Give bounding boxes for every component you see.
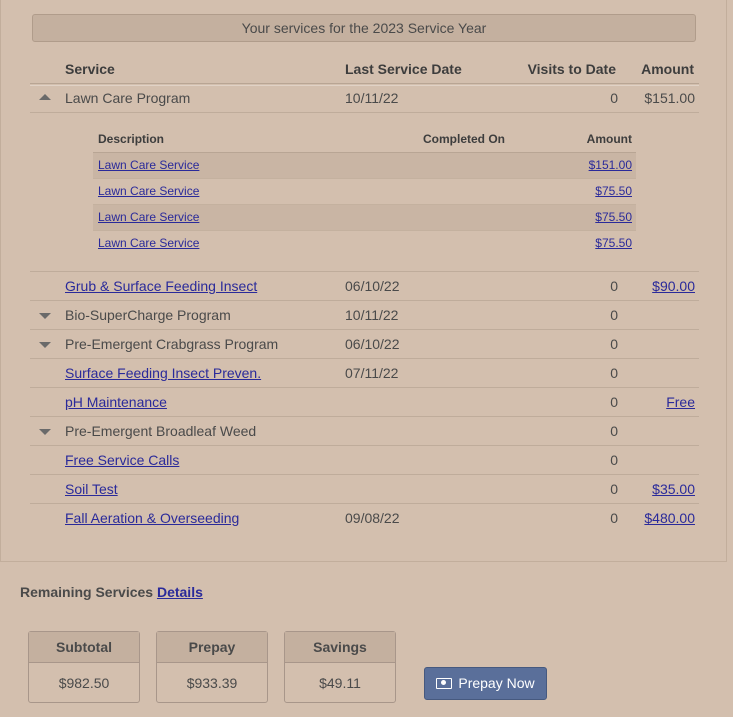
service-visits: 0 (610, 90, 618, 106)
service-name-link[interactable]: Grub & Surface Feeding Insect (65, 272, 257, 300)
service-amount-link[interactable]: $480.00 (644, 504, 695, 532)
service-amount-link[interactable]: $90.00 (652, 272, 695, 300)
detail-description-link[interactable]: Lawn Care Service (98, 179, 199, 203)
service-row: Free Service Calls 0 (30, 446, 699, 475)
service-visits: 0 (610, 394, 618, 410)
details-link[interactable]: Details (157, 584, 203, 600)
detail-amount-link[interactable]: $151.00 (589, 153, 632, 177)
service-visits: 0 (610, 307, 618, 323)
prepay-now-button[interactable]: Prepay Now (424, 667, 547, 700)
service-visits: 0 (610, 510, 618, 526)
service-visits: 0 (610, 278, 618, 294)
service-name: Pre-Emergent Broadleaf Weed (65, 423, 257, 439)
savings-box: Savings $49.11 (284, 631, 396, 703)
service-last-date: 10/11/22 (345, 90, 399, 106)
subtotal-label: Subtotal (29, 632, 139, 663)
caret-down-icon[interactable] (39, 313, 51, 319)
service-row: Fall Aeration & Overseeding 09/08/22 0 $… (30, 504, 699, 533)
caret-down-icon[interactable] (39, 429, 51, 435)
remaining-services: Remaining Services Details (20, 584, 203, 600)
prepay-now-label: Prepay Now (458, 675, 535, 691)
service-row[interactable]: Bio-SuperCharge Program 10/11/22 0 (30, 301, 699, 330)
service-last-date: 06/10/22 (345, 336, 400, 352)
savings-value: $49.11 (319, 675, 361, 691)
service-name: Bio-SuperCharge Program (65, 307, 231, 323)
service-visits: 0 (610, 452, 618, 468)
service-last-date: 07/11/22 (345, 365, 399, 381)
service-amount-link[interactable]: $35.00 (652, 475, 695, 503)
service-amount: $151.00 (644, 90, 695, 106)
service-name: Pre-Emergent Crabgrass Program (65, 336, 279, 352)
service-year-banner: Your services for the 2023 Service Year (32, 14, 696, 42)
subtotal-box: Subtotal $982.50 (28, 631, 140, 703)
caret-down-icon[interactable] (39, 342, 51, 348)
detail-row: Lawn Care Service $75.50 (93, 179, 636, 205)
prepay-label: Prepay (157, 632, 267, 663)
service-name-link[interactable]: Fall Aeration & Overseeding (65, 504, 239, 532)
detail-description-link[interactable]: Lawn Care Service (98, 231, 199, 255)
detail-row: Lawn Care Service $151.00 (93, 153, 636, 179)
savings-label: Savings (285, 632, 395, 663)
caret-up-icon[interactable] (39, 94, 51, 100)
prepay-box: Prepay $933.39 (156, 631, 268, 703)
service-row: pH Maintenance 0 Free (30, 388, 699, 417)
detail-amount-link[interactable]: $75.50 (595, 179, 632, 203)
service-name-link[interactable]: Surface Feeding Insect Preven. (65, 359, 261, 387)
service-name: Lawn Care Program (65, 90, 191, 106)
service-row: Soil Test 0 $35.00 (30, 475, 699, 504)
subtotal-value: $982.50 (58, 675, 110, 691)
remaining-services-label: Remaining Services (20, 584, 154, 600)
service-visits: 0 (610, 365, 618, 381)
detail-description-link[interactable]: Lawn Care Service (98, 153, 199, 177)
service-visits: 0 (610, 481, 618, 497)
service-last-date: 09/08/22 (345, 510, 400, 526)
column-header-visits: Visits to Date (527, 61, 616, 77)
service-name-link[interactable]: pH Maintenance (65, 388, 167, 416)
detail-description-link[interactable]: Lawn Care Service (98, 205, 199, 229)
service-row: Surface Feeding Insect Preven. 07/11/22 … (30, 359, 699, 388)
detail-header-amount: Amount (586, 132, 632, 146)
service-amount-link[interactable]: Free (666, 388, 695, 416)
cash-icon (436, 677, 453, 689)
service-last-date: 10/11/22 (345, 307, 399, 323)
prepay-value: $933.39 (186, 675, 238, 691)
service-visits: 0 (610, 423, 618, 439)
detail-header-description: Description (98, 132, 165, 146)
detail-row: Lawn Care Service $75.50 (93, 231, 636, 257)
column-header-amount: Amount (641, 61, 694, 77)
service-row[interactable]: Pre-Emergent Crabgrass Program 06/10/22 … (30, 330, 699, 359)
detail-amount-link[interactable]: $75.50 (595, 231, 632, 255)
service-last-date: 06/10/22 (345, 278, 400, 294)
service-row[interactable]: Lawn Care Program 10/11/22 0 $151.00 (30, 84, 699, 113)
detail-row: Lawn Care Service $75.50 (93, 205, 636, 231)
service-name-link[interactable]: Soil Test (65, 475, 118, 503)
detail-amount-link[interactable]: $75.50 (595, 205, 632, 229)
service-visits: 0 (610, 336, 618, 352)
service-name-link[interactable]: Free Service Calls (65, 446, 179, 474)
column-header-last-date: Last Service Date (345, 61, 462, 77)
services-panel: Your services for the 2023 Service Year … (0, 0, 727, 562)
detail-header-completed: Completed On (423, 132, 506, 146)
service-row: Grub & Surface Feeding Insect 06/10/22 0… (30, 272, 699, 301)
service-row[interactable]: Pre-Emergent Broadleaf Weed 0 (30, 417, 699, 446)
column-header-service: Service (65, 61, 115, 77)
